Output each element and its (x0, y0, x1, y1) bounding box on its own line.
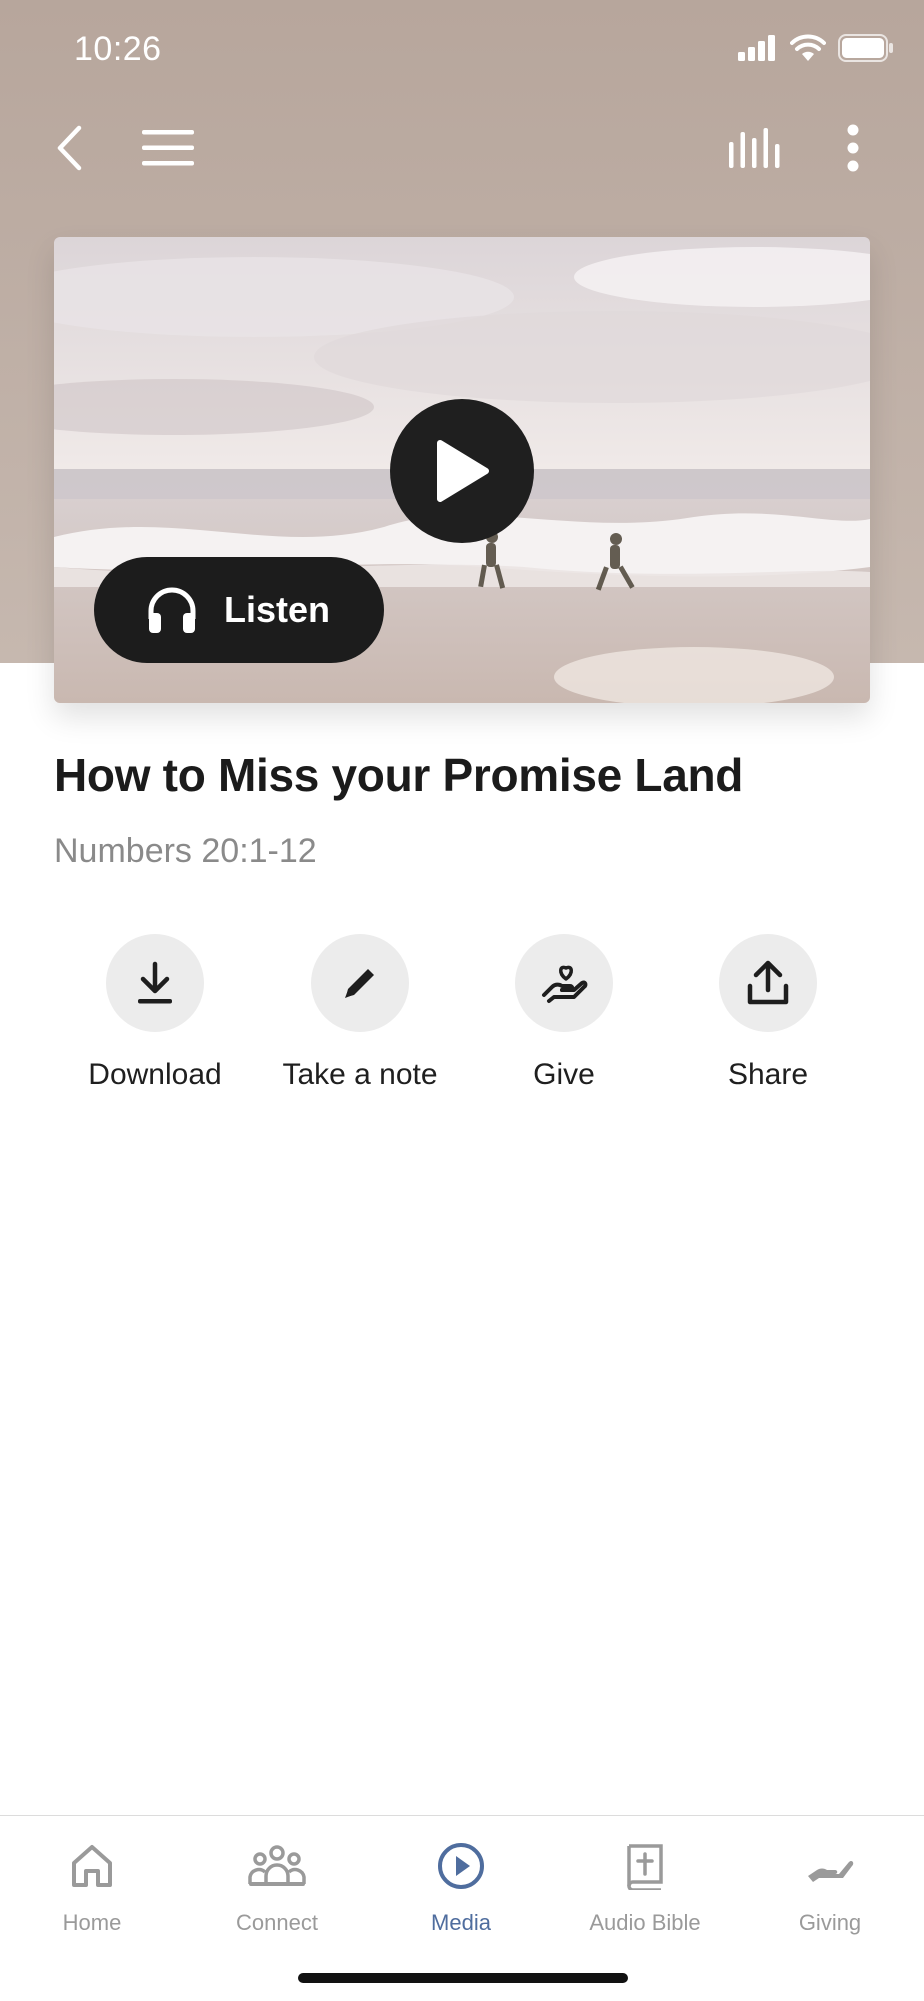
chevron-left-icon (57, 125, 82, 171)
more-options-button[interactable] (823, 118, 883, 178)
download-label: Download (88, 1058, 222, 1091)
status-icons (738, 34, 894, 62)
people-icon (248, 1845, 306, 1886)
tab-connect[interactable]: Connect (185, 1836, 369, 1936)
give-label: Give (533, 1058, 595, 1091)
take-note-label: Take a note (282, 1058, 438, 1091)
tab-home-label: Home (62, 1910, 122, 1935)
audio-button[interactable] (725, 118, 785, 178)
share-label: Share (727, 1058, 809, 1091)
tab-home[interactable]: Home (0, 1836, 184, 1936)
hand-heart-icon (542, 965, 588, 1003)
headphones-icon (146, 585, 198, 635)
back-button[interactable] (40, 118, 100, 178)
tab-connect-label: Connect (236, 1910, 318, 1935)
give-button[interactable] (515, 934, 613, 1032)
play-circle-icon (438, 1843, 484, 1889)
take-note-action[interactable]: Take a note (257, 934, 463, 1092)
pencil-icon (345, 969, 374, 998)
scripture-reference: Numbers 20:1-12 (54, 832, 317, 870)
download-action[interactable]: Download (52, 934, 258, 1092)
media-thumbnail[interactable]: Listen (54, 237, 870, 703)
menu-button[interactable] (138, 118, 198, 178)
download-button[interactable] (106, 934, 204, 1032)
bible-icon (627, 1844, 663, 1890)
give-action[interactable]: Give (461, 934, 667, 1092)
listen-label: Listen (224, 589, 331, 630)
tab-giving-label: Giving (798, 1910, 862, 1935)
share-action[interactable]: Share (665, 934, 871, 1092)
play-icon (437, 440, 489, 502)
tab-audio-bible[interactable]: Audio Bible (553, 1836, 737, 1936)
vertical-dots-icon (847, 124, 859, 172)
take-note-button[interactable] (311, 934, 409, 1032)
tab-audio-bible-label: Audio Bible (589, 1910, 701, 1935)
battery-icon (838, 34, 893, 62)
signal-icon (738, 35, 775, 61)
audio-bars-icon (729, 128, 780, 168)
download-icon (138, 961, 172, 1004)
sermon-title: How to Miss your Promise Land (54, 749, 744, 801)
listen-button[interactable]: Listen (94, 557, 384, 663)
tab-media-label: Media (431, 1910, 491, 1935)
home-indicator (298, 1973, 628, 1983)
wifi-icon (790, 34, 826, 61)
giving-hand-icon (808, 1860, 854, 1882)
hamburger-menu-icon (142, 130, 194, 166)
home-icon (72, 1845, 112, 1887)
share-icon (747, 960, 789, 1005)
play-button[interactable] (390, 399, 534, 543)
tab-media[interactable]: Media (369, 1836, 553, 1936)
share-button[interactable] (719, 934, 817, 1032)
tab-giving[interactable]: Giving (738, 1836, 922, 1936)
status-time: 10:26 (74, 30, 162, 68)
